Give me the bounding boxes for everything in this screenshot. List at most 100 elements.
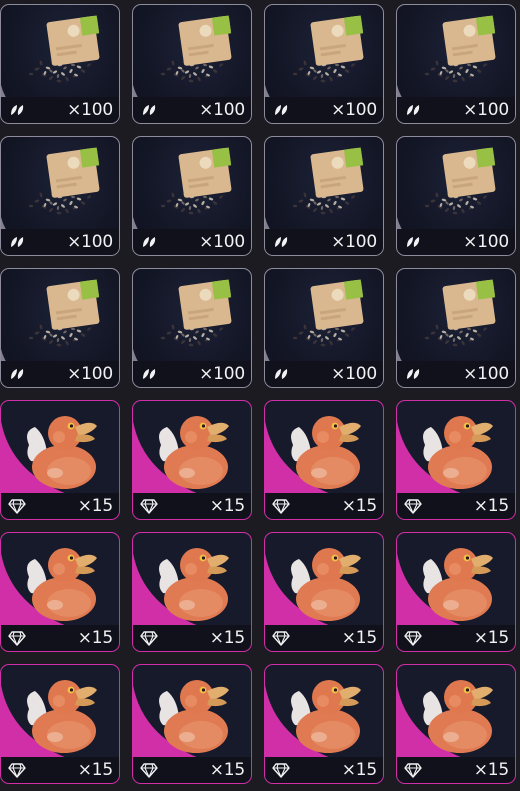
item-info-bar: ×15 bbox=[397, 625, 515, 651]
item-slot-rubber-duck[interactable]: ×15 bbox=[264, 532, 384, 652]
item-quantity: ×15 bbox=[341, 495, 377, 516]
item-quantity: ×100 bbox=[463, 99, 509, 120]
item-quantity: ×100 bbox=[199, 99, 245, 120]
item-quantity: ×100 bbox=[67, 231, 113, 252]
item-quantity: ×100 bbox=[67, 99, 113, 120]
item-quantity: ×15 bbox=[209, 759, 245, 780]
seed-packet-image bbox=[28, 15, 100, 83]
item-info-bar: ×100 bbox=[133, 97, 251, 123]
item-slot-rubber-duck[interactable]: ×15 bbox=[396, 400, 516, 520]
item-info-bar: ×15 bbox=[265, 757, 383, 783]
item-quantity: ×15 bbox=[341, 759, 377, 780]
inventory-grid: ×100 ×100 ×100 ×100 ×100 ×100 ×100 ×100 … bbox=[0, 4, 520, 784]
item-info-bar: ×100 bbox=[1, 229, 119, 255]
item-quantity: ×15 bbox=[77, 495, 113, 516]
rubber-duck-image bbox=[291, 680, 361, 753]
item-slot-seed-packet[interactable]: ×100 bbox=[396, 268, 516, 388]
seed-packet-image bbox=[160, 279, 232, 347]
item-slot-rubber-duck[interactable]: ×15 bbox=[132, 664, 252, 784]
rubber-duck-image bbox=[159, 416, 229, 489]
seed-packet-image bbox=[28, 279, 100, 347]
item-info-bar: ×15 bbox=[265, 625, 383, 651]
item-slot-seed-packet[interactable]: ×100 bbox=[0, 136, 120, 256]
leaf-icon bbox=[8, 233, 26, 251]
leaf-icon bbox=[8, 101, 26, 119]
item-quantity: ×100 bbox=[463, 231, 509, 252]
item-info-bar: ×100 bbox=[265, 229, 383, 255]
leaf-icon bbox=[272, 365, 290, 383]
item-info-bar: ×100 bbox=[265, 97, 383, 123]
diamond-icon bbox=[404, 629, 422, 647]
item-quantity: ×100 bbox=[199, 363, 245, 384]
item-info-bar: ×15 bbox=[133, 493, 251, 519]
item-info-bar: ×100 bbox=[133, 361, 251, 387]
diamond-icon bbox=[140, 761, 158, 779]
item-quantity: ×15 bbox=[209, 495, 245, 516]
item-slot-seed-packet[interactable]: ×100 bbox=[396, 4, 516, 124]
diamond-icon bbox=[404, 497, 422, 515]
diamond-icon bbox=[8, 629, 26, 647]
item-slot-rubber-duck[interactable]: ×15 bbox=[264, 400, 384, 520]
item-slot-seed-packet[interactable]: ×100 bbox=[396, 136, 516, 256]
diamond-icon bbox=[8, 497, 26, 515]
item-quantity: ×15 bbox=[341, 627, 377, 648]
item-info-bar: ×15 bbox=[133, 757, 251, 783]
item-info-bar: ×15 bbox=[397, 757, 515, 783]
seed-packet-image bbox=[160, 15, 232, 83]
rubber-duck-image bbox=[423, 548, 493, 621]
item-info-bar: ×15 bbox=[1, 493, 119, 519]
item-slot-seed-packet[interactable]: ×100 bbox=[132, 268, 252, 388]
rubber-duck-image bbox=[159, 548, 229, 621]
rubber-duck-image bbox=[423, 416, 493, 489]
item-slot-seed-packet[interactable]: ×100 bbox=[132, 136, 252, 256]
leaf-icon bbox=[404, 365, 422, 383]
item-quantity: ×15 bbox=[473, 627, 509, 648]
leaf-icon bbox=[272, 101, 290, 119]
item-slot-seed-packet[interactable]: ×100 bbox=[132, 4, 252, 124]
item-slot-rubber-duck[interactable]: ×15 bbox=[132, 400, 252, 520]
item-info-bar: ×100 bbox=[1, 361, 119, 387]
seed-packet-image bbox=[424, 279, 496, 347]
item-slot-rubber-duck[interactable]: ×15 bbox=[0, 664, 120, 784]
item-slot-seed-packet[interactable]: ×100 bbox=[264, 268, 384, 388]
diamond-icon bbox=[8, 761, 26, 779]
item-quantity: ×15 bbox=[209, 627, 245, 648]
item-quantity: ×15 bbox=[77, 627, 113, 648]
item-quantity: ×100 bbox=[199, 231, 245, 252]
item-info-bar: ×100 bbox=[265, 361, 383, 387]
item-slot-seed-packet[interactable]: ×100 bbox=[264, 4, 384, 124]
item-slot-rubber-duck[interactable]: ×15 bbox=[0, 400, 120, 520]
item-info-bar: ×15 bbox=[1, 757, 119, 783]
item-slot-rubber-duck[interactable]: ×15 bbox=[0, 532, 120, 652]
item-info-bar: ×100 bbox=[397, 229, 515, 255]
item-slot-rubber-duck[interactable]: ×15 bbox=[132, 532, 252, 652]
rubber-duck-image bbox=[27, 548, 97, 621]
rubber-duck-image bbox=[27, 416, 97, 489]
item-slot-seed-packet[interactable]: ×100 bbox=[264, 136, 384, 256]
seed-packet-image bbox=[160, 147, 232, 215]
item-info-bar: ×100 bbox=[397, 97, 515, 123]
leaf-icon bbox=[272, 233, 290, 251]
item-info-bar: ×100 bbox=[1, 97, 119, 123]
diamond-icon bbox=[404, 761, 422, 779]
item-quantity: ×100 bbox=[67, 363, 113, 384]
item-slot-seed-packet[interactable]: ×100 bbox=[0, 268, 120, 388]
item-info-bar: ×15 bbox=[133, 625, 251, 651]
item-quantity: ×100 bbox=[331, 231, 377, 252]
seed-packet-image bbox=[292, 147, 364, 215]
item-quantity: ×100 bbox=[463, 363, 509, 384]
item-quantity: ×15 bbox=[473, 759, 509, 780]
item-slot-rubber-duck[interactable]: ×15 bbox=[264, 664, 384, 784]
seed-packet-image bbox=[424, 147, 496, 215]
rubber-duck-image bbox=[27, 680, 97, 753]
diamond-icon bbox=[140, 629, 158, 647]
leaf-icon bbox=[140, 365, 158, 383]
item-info-bar: ×100 bbox=[397, 361, 515, 387]
item-slot-rubber-duck[interactable]: ×15 bbox=[396, 664, 516, 784]
item-info-bar: ×100 bbox=[133, 229, 251, 255]
item-info-bar: ×15 bbox=[397, 493, 515, 519]
item-slot-seed-packet[interactable]: ×100 bbox=[0, 4, 120, 124]
leaf-icon bbox=[404, 101, 422, 119]
item-slot-rubber-duck[interactable]: ×15 bbox=[396, 532, 516, 652]
leaf-icon bbox=[8, 365, 26, 383]
